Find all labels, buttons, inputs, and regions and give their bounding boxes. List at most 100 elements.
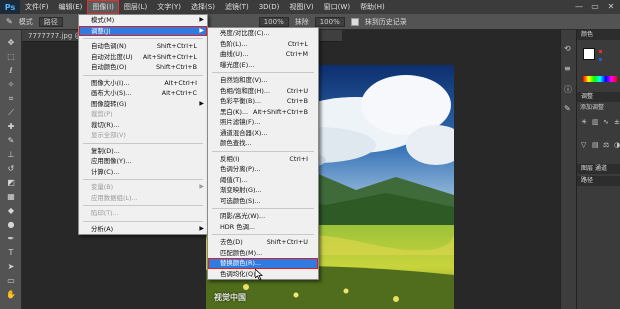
menu-separator [83, 220, 203, 222]
lasso-tool-icon[interactable]: ℓ [5, 66, 17, 76]
move-tool-icon[interactable]: ✥ [5, 38, 17, 48]
menu-item[interactable]: 自动色调(N) Shift+Ctrl+L [79, 41, 207, 52]
menu-item[interactable]: 分析(A) ▶ [79, 224, 207, 235]
vibrance-icon[interactable]: ▽ [581, 141, 589, 161]
curves-icon[interactable]: ∿ [603, 118, 611, 138]
dodge-tool-icon[interactable]: ● [5, 220, 17, 230]
menu-item[interactable]: 调整(J) ▶ [79, 25, 207, 36]
stamp-tool-icon[interactable]: ⊥ [5, 150, 17, 160]
menu-10[interactable]: 帮助(H) [355, 0, 390, 14]
menu-item[interactable]: 复制(D)... [79, 146, 207, 157]
healing-tool-icon[interactable]: ✚ [5, 122, 17, 132]
exposure-icon[interactable]: ± [614, 118, 620, 138]
close-button[interactable]: ✕ [606, 2, 616, 12]
menu-item[interactable]: 计算(C)... [79, 167, 207, 178]
levels-icon[interactable]: ▥ [592, 118, 600, 138]
layers-panel-tab[interactable]: 图层 通道 [577, 164, 620, 174]
menu-item-label: 调整(J) [91, 26, 111, 35]
eyedropper-tool-icon[interactable]: ⟋ [5, 108, 17, 118]
magic-wand-tool-icon[interactable]: ✧ [5, 80, 17, 90]
menu-item[interactable]: 画布大小(S)... Alt+Ctrl+C [79, 88, 207, 99]
menu-item[interactable]: 颜色查找... [208, 138, 318, 149]
menu-item[interactable]: 可选颜色(S)... [208, 196, 318, 207]
menu-3[interactable]: 图层(L) [119, 0, 152, 14]
menu-item[interactable]: 自动对比度(U) Alt+Shift+Ctrl+L [79, 52, 207, 63]
menu-item[interactable]: 匹配颜色(M)... [208, 248, 318, 259]
foreground-color-swatch[interactable] [583, 48, 595, 60]
menu-item[interactable]: 曲线(U)... Ctrl+M [208, 49, 318, 60]
brush-tool-icon[interactable]: ✎ [5, 136, 17, 146]
pen-tool-icon[interactable]: ✒ [5, 234, 17, 244]
menu-separator [212, 208, 314, 209]
menu-1[interactable]: 编辑(E) [54, 0, 88, 14]
crop-tool-icon[interactable]: ⌗ [5, 94, 17, 104]
brightness-icon[interactable]: ☀ [581, 118, 589, 138]
menu-item-label: 色彩平衡(B)... [220, 97, 262, 105]
menu-item[interactable]: 自动颜色(O) Shift+Ctrl+B [79, 62, 207, 73]
menu-5[interactable]: 选择(S) [186, 0, 220, 14]
mode-select[interactable]: 路径 [38, 16, 63, 27]
shape-tool-icon[interactable]: ▭ [5, 276, 17, 286]
menu-item[interactable]: 色阶(L)... Ctrl+L [208, 39, 318, 50]
menu-7[interactable]: 3D(D) [254, 0, 285, 14]
paths-panel-tab[interactable]: 路径 [577, 176, 620, 186]
blur-tool-icon[interactable]: ◆ [5, 206, 17, 216]
menu-item[interactable]: 色调分离(P)... [208, 164, 318, 175]
hand-tool-icon[interactable]: ✋ [5, 290, 17, 300]
swatch-blue [599, 58, 602, 61]
menu-6[interactable]: 滤镜(T) [220, 0, 254, 14]
history-panel-icon[interactable]: ⟲ [564, 44, 571, 53]
menu-9[interactable]: 窗口(W) [319, 0, 355, 14]
panel-icon-strip: ⟲ ≡ ⓘ ✎ [560, 30, 576, 309]
menu-item[interactable]: 应用图像(Y)... [79, 156, 207, 167]
eraser-tool-icon[interactable]: ◩ [5, 178, 17, 188]
menu-item[interactable]: 通道混合器(X)... [208, 128, 318, 139]
menu-item[interactable]: 阴影/高光(W)... [208, 211, 318, 222]
menu-item[interactable]: 渐变映射(G)... [208, 185, 318, 196]
bw-icon[interactable]: ◑ [614, 141, 620, 161]
balance-icon[interactable]: ⚖ [603, 141, 611, 161]
menu-item[interactable]: 替换颜色(R)... [208, 258, 318, 269]
gradient-tool-icon[interactable]: ▦ [5, 192, 17, 202]
menu-item[interactable]: 模式(M) ▶ [79, 15, 207, 26]
opacity-field[interactable]: 100% [258, 16, 289, 27]
menu-item[interactable]: 黑白(K)... Alt+Shift+Ctrl+B [208, 107, 318, 118]
menu-item[interactable]: 色调均化(Q) [208, 269, 318, 280]
menu-item[interactable]: 裁切(R)... [79, 120, 207, 131]
brush-tool-icon[interactable]: ✎ [6, 17, 13, 26]
info-panel-icon[interactable]: ⓘ [564, 84, 572, 95]
menu-2[interactable]: 图像(I) [87, 0, 119, 14]
menu-item-shortcut: Ctrl+U [286, 86, 308, 95]
brush-panel-icon[interactable]: ✎ [564, 104, 571, 113]
menu-item[interactable]: 去色(D) Shift+Ctrl+U [208, 237, 318, 248]
history-checkbox[interactable] [350, 17, 359, 26]
menu-item-label: 亮度/对比度(C)... [220, 29, 270, 37]
menu-8[interactable]: 视图(V) [284, 0, 318, 14]
menu-item[interactable]: 自然饱和度(V)... [208, 75, 318, 86]
menu-item[interactable]: 色相/饱和度(H)... Ctrl+U [208, 86, 318, 97]
history-brush-icon[interactable]: ↺ [5, 164, 17, 174]
restore-button[interactable]: ▭ [590, 2, 600, 12]
flow-field[interactable]: 100% [314, 16, 345, 27]
properties-panel-icon[interactable]: ≡ [564, 64, 571, 73]
menu-item[interactable]: 色彩平衡(B)... Ctrl+B [208, 96, 318, 107]
menu-item[interactable]: 图像旋转(G) ▶ [79, 99, 207, 110]
menu-item[interactable]: 反相(I) Ctrl+I [208, 154, 318, 165]
menu-item-label: 通道混合器(X)... [220, 128, 268, 137]
menu-4[interactable]: 文字(Y) [152, 0, 186, 14]
menu-0[interactable]: 文件(F) [20, 0, 54, 14]
menu-item[interactable]: HDR 色调... [208, 222, 318, 233]
color-ramp[interactable] [583, 76, 617, 82]
adjustments-panel-tab[interactable]: 调整 [577, 92, 620, 102]
menu-item[interactable]: 亮度/对比度(C)... [208, 28, 318, 39]
path-select-icon[interactable]: ➤ [5, 262, 17, 272]
minimize-button[interactable]: — [574, 2, 584, 12]
menu-item[interactable]: 图像大小(I)... Alt+Ctrl+I [79, 78, 207, 89]
marquee-tool-icon[interactable]: ⬚ [5, 52, 17, 62]
color-panel-tab[interactable]: 颜色 [577, 30, 620, 40]
menu-item[interactable]: 照片滤镜(F)... [208, 117, 318, 128]
hue-icon[interactable]: ▤ [592, 141, 600, 161]
menu-item[interactable]: 曝光度(E)... [208, 60, 318, 71]
menu-item[interactable]: 阈值(T)... [208, 175, 318, 186]
type-tool-icon[interactable]: T [5, 248, 17, 258]
